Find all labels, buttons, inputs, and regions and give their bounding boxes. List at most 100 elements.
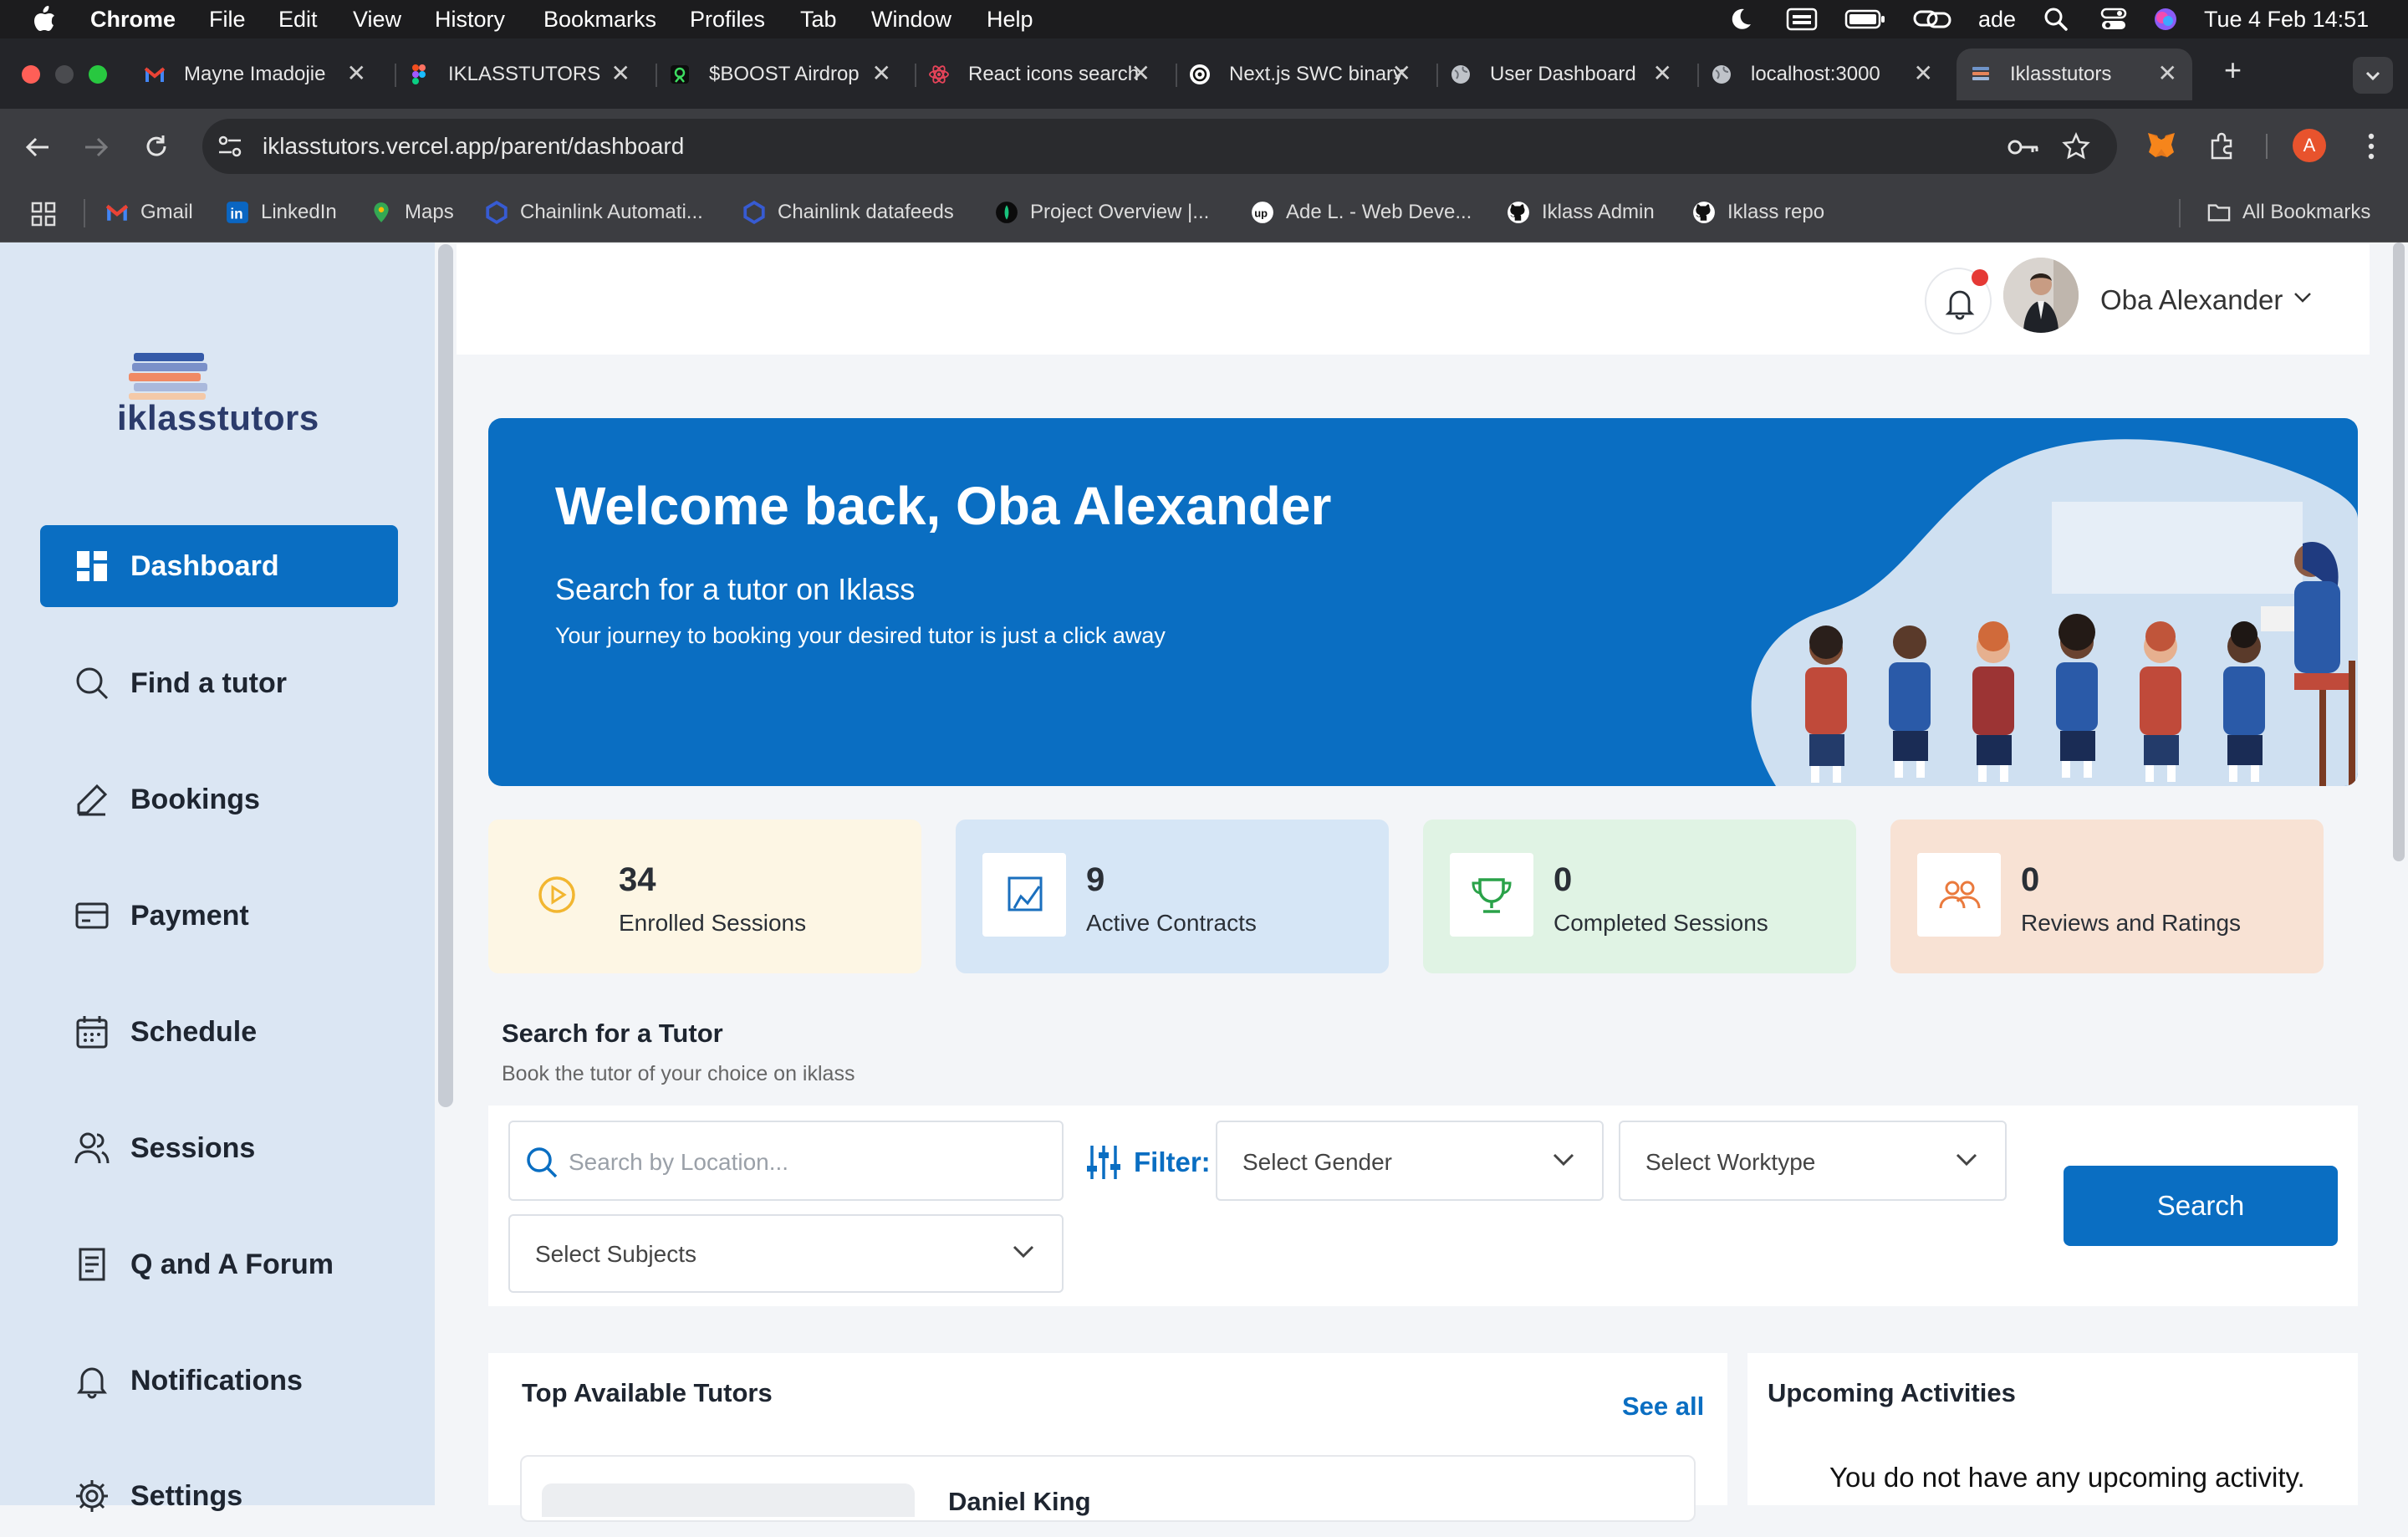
filter-label[interactable]: Filter: xyxy=(1085,1142,1211,1182)
profile-avatar-button[interactable]: A xyxy=(2293,129,2326,162)
menu-bookmarks[interactable]: Bookmarks xyxy=(543,7,656,33)
keyboard-icon[interactable] xyxy=(1786,0,1818,38)
stat-card-completed[interactable]: 0 Completed Sessions xyxy=(1423,820,1856,973)
stat-card-enrolled[interactable]: 34 Enrolled Sessions xyxy=(488,820,921,973)
sidebar-scrollbar[interactable] xyxy=(438,244,453,1107)
tab-close-icon[interactable]: ✕ xyxy=(1914,62,1933,85)
bookmark-linkedin[interactable]: in LinkedIn xyxy=(226,201,337,224)
all-bookmarks-button[interactable]: All Bookmarks xyxy=(2207,201,2370,224)
menu-view[interactable]: View xyxy=(353,7,401,33)
sidebar-item-forum[interactable]: Q and A Forum xyxy=(40,1223,398,1305)
url-text[interactable]: iklasstutors.vercel.app/parent/dashboard xyxy=(263,133,684,160)
chevron-down-icon xyxy=(1013,1245,1034,1259)
menubar-clock[interactable]: Tue 4 Feb 14:51 xyxy=(2204,0,2369,38)
bookmark-chainlink-datafeeds[interactable]: Chainlink datafeeds xyxy=(742,201,954,224)
tab-close-icon[interactable]: ✕ xyxy=(1131,62,1150,85)
worktype-select[interactable]: Select Worktype xyxy=(1619,1121,2007,1201)
menu-window[interactable]: Window xyxy=(871,7,951,33)
tab-close-icon[interactable]: ✕ xyxy=(611,62,630,85)
control-center-icon[interactable] xyxy=(2100,0,2127,38)
tab-search-button[interactable] xyxy=(2353,57,2393,94)
sidebar-item-sessions[interactable]: Sessions xyxy=(40,1107,398,1189)
menu-file[interactable]: File xyxy=(209,7,246,33)
bookmark-maps[interactable]: Maps xyxy=(370,201,454,224)
chevron-down-icon[interactable] xyxy=(2293,291,2313,304)
new-tab-button[interactable]: + xyxy=(2224,55,2242,85)
bookmark-label: Iklass repo xyxy=(1727,201,1825,223)
menu-help[interactable]: Help xyxy=(987,7,1033,33)
sidebar-item-dashboard[interactable]: Dashboard xyxy=(40,525,398,607)
tab-separator xyxy=(1697,64,1699,87)
tab-close-icon[interactable]: ✕ xyxy=(2158,62,2177,85)
zoom-window-button[interactable] xyxy=(89,65,107,84)
reload-icon[interactable] xyxy=(142,132,171,161)
avatar[interactable] xyxy=(2003,258,2079,333)
menu-edit[interactable]: Edit xyxy=(278,7,318,33)
site-settings-icon[interactable] xyxy=(216,132,244,161)
tab-user-dashboard[interactable]: User Dashboard ✕ xyxy=(1436,49,1672,100)
stat-card-reviews[interactable]: 0 Reviews and Ratings xyxy=(1890,820,2324,973)
menu-app-name[interactable]: Chrome xyxy=(90,7,176,33)
extensions-icon[interactable] xyxy=(2207,130,2237,161)
tab-react-icons[interactable]: React icons search ✕ xyxy=(915,49,1150,100)
bookmark-iklass-repo[interactable]: Iklass repo xyxy=(1692,201,1824,224)
stat-label: Completed Sessions xyxy=(1553,910,1768,936)
openai-icon xyxy=(1190,64,1210,84)
battery-icon[interactable] xyxy=(1844,0,1886,38)
search-button[interactable]: Search xyxy=(2064,1166,2338,1246)
bookmark-iklass-admin[interactable]: Iklass Admin xyxy=(1507,201,1655,224)
sidebar-item-notifications[interactable]: Notifications xyxy=(40,1340,398,1422)
siri-icon[interactable] xyxy=(2152,0,2179,38)
menu-tab[interactable]: Tab xyxy=(800,7,837,33)
tab-iklasstutors[interactable]: Iklasstutors ✕ xyxy=(1956,49,2192,100)
tab-close-icon[interactable]: ✕ xyxy=(872,62,891,85)
iklass-logo-icon xyxy=(129,353,207,400)
moon-icon[interactable] xyxy=(1727,0,1754,38)
location-search-input[interactable]: Search by Location... xyxy=(508,1121,1064,1201)
sidebar-item-bookings[interactable]: Bookings xyxy=(40,758,398,840)
metamask-icon[interactable] xyxy=(2145,130,2177,161)
link-icon[interactable] xyxy=(1913,0,1951,38)
sidebar-item-find-tutor[interactable]: Find a tutor xyxy=(40,642,398,724)
kebab-menu-icon[interactable] xyxy=(2366,132,2376,161)
page-scrollbar[interactable] xyxy=(2393,243,2405,861)
tab-localhost[interactable]: localhost:3000 ✕ xyxy=(1697,49,1933,100)
sliders-icon xyxy=(1087,1146,1120,1179)
play-circle-icon xyxy=(538,876,575,913)
bookmark-star-icon[interactable] xyxy=(2062,132,2090,161)
bookmark-chainlink-automation[interactable]: Chainlink Automati... xyxy=(485,201,703,224)
tab-close-icon[interactable]: ✕ xyxy=(1392,62,1411,85)
bookmark-project-overview[interactable]: Project Overview |... xyxy=(995,201,1209,224)
password-key-icon[interactable] xyxy=(2007,134,2040,161)
tutor-photo xyxy=(542,1483,915,1517)
apps-grid-icon[interactable] xyxy=(30,201,57,227)
stat-card-contracts[interactable]: 9 Active Contracts xyxy=(956,820,1389,973)
menu-history[interactable]: History xyxy=(435,7,505,33)
tab-nextjs[interactable]: Next.js SWC binary ✕ xyxy=(1176,49,1411,100)
brand-name[interactable]: iklasstutors xyxy=(117,398,319,438)
tab-figma[interactable]: IKLASSTUTORS ✕ xyxy=(395,49,630,100)
apple-icon[interactable] xyxy=(32,6,57,33)
forward-arrow-icon[interactable] xyxy=(82,134,110,161)
tab-gmail[interactable]: Mayne Imadojie ✕ xyxy=(144,49,366,100)
search-icon xyxy=(527,1147,558,1178)
menu-profiles[interactable]: Profiles xyxy=(690,7,765,33)
sidebar-item-settings[interactable]: Settings xyxy=(40,1455,398,1537)
minimize-window-button[interactable] xyxy=(55,65,74,84)
gender-select[interactable]: Select Gender xyxy=(1216,1121,1604,1201)
sidebar-item-payment[interactable]: Payment xyxy=(40,875,398,957)
spotlight-icon[interactable] xyxy=(2043,0,2069,38)
subjects-select[interactable]: Select Subjects xyxy=(508,1214,1064,1293)
sidebar-item-schedule[interactable]: Schedule xyxy=(40,991,398,1073)
tutor-name[interactable]: Daniel King xyxy=(948,1487,1091,1517)
bookmark-upwork[interactable]: up Ade L. - Web Deve... xyxy=(1251,201,1472,224)
back-arrow-icon[interactable] xyxy=(23,134,52,161)
bookmark-gmail[interactable]: Gmail xyxy=(105,201,193,224)
close-window-button[interactable] xyxy=(22,65,40,84)
tab-boost[interactable]: $BOOST Airdrop ✕ xyxy=(656,49,891,100)
header-user-name[interactable]: Oba Alexander xyxy=(2100,284,2283,316)
menubar-user[interactable]: ade xyxy=(1978,0,2016,38)
tab-close-icon[interactable]: ✕ xyxy=(347,62,366,85)
tab-close-icon[interactable]: ✕ xyxy=(1653,62,1672,85)
see-all-link[interactable]: See all xyxy=(1622,1391,1704,1422)
